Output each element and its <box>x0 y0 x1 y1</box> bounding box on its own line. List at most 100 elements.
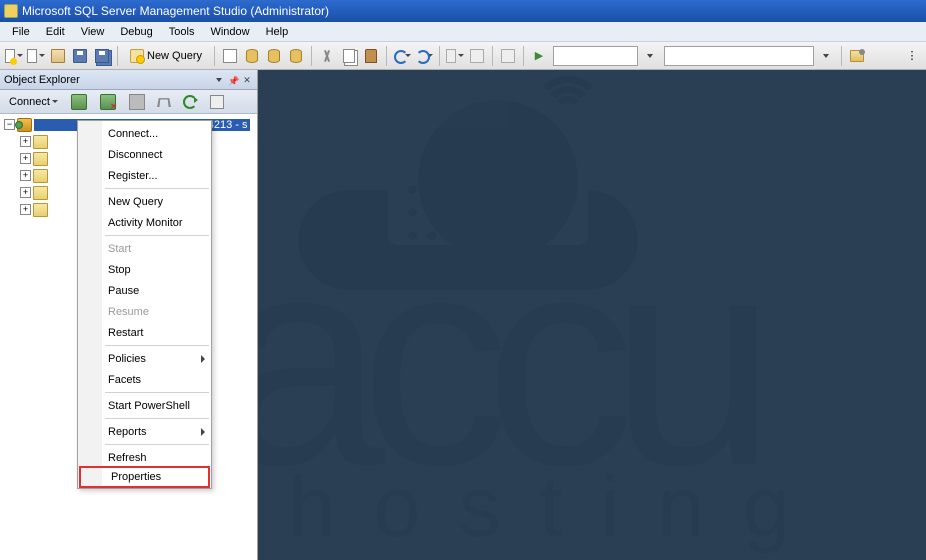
menu-window[interactable]: Window <box>202 24 257 40</box>
menu-help[interactable]: Help <box>258 24 297 40</box>
ctx-properties[interactable]: Properties <box>79 466 210 488</box>
filter-icon <box>157 98 171 107</box>
folder-icon <box>33 169 48 183</box>
ctx-separator <box>105 345 209 346</box>
server-disconnect-icon <box>100 94 116 110</box>
ctx-stop[interactable]: Stop <box>78 259 211 280</box>
server-context-menu: Connect... Disconnect Register... New Qu… <box>77 120 212 489</box>
ctx-reports[interactable]: Reports <box>78 421 211 442</box>
ctx-refresh[interactable]: Refresh <box>78 447 211 468</box>
object-explorer-toolbar: Connect <box>0 90 257 114</box>
ctx-connect[interactable]: Connect... <box>78 123 211 144</box>
expand-icon[interactable]: + <box>20 187 31 198</box>
expand-icon[interactable]: + <box>20 136 31 147</box>
main-toolbar: New Query ▶ ⋮ <box>0 42 926 70</box>
server-icon <box>17 118 32 132</box>
nav-back-button[interactable] <box>445 46 465 66</box>
watermark-text-2: hosting <box>288 465 828 550</box>
connect-button[interactable]: Connect <box>4 94 63 110</box>
toolbar-sep <box>117 46 118 66</box>
ctx-restart[interactable]: Restart <box>78 322 211 343</box>
menu-view[interactable]: View <box>73 24 113 40</box>
refresh-button[interactable] <box>178 93 202 111</box>
copy-button[interactable] <box>339 46 359 66</box>
paste-button[interactable] <box>361 46 381 66</box>
dmx-query-button[interactable] <box>264 46 284 66</box>
open-server-button[interactable] <box>847 46 867 66</box>
combo-drop-1[interactable] <box>640 46 660 66</box>
ctx-separator <box>105 418 209 419</box>
save-button[interactable] <box>70 46 90 66</box>
ctx-facets[interactable]: Facets <box>78 369 211 390</box>
new-query-icon <box>130 49 144 63</box>
menu-edit[interactable]: Edit <box>38 24 73 40</box>
pin-icon <box>228 75 238 85</box>
cut-button[interactable] <box>317 46 337 66</box>
toolbar-sep <box>386 46 387 66</box>
database-combo[interactable] <box>553 46 638 66</box>
ctx-register[interactable]: Register... <box>78 165 211 186</box>
chevron-down-icon <box>647 54 653 58</box>
object-explorer-title: Object Explorer <box>4 74 80 86</box>
stop-icon <box>129 94 145 110</box>
chevron-down-icon <box>52 100 58 103</box>
combo-drop-2[interactable] <box>816 46 836 66</box>
menu-tools[interactable]: Tools <box>161 24 203 40</box>
nav-fwd-button[interactable] <box>467 46 487 66</box>
toolbar-sep <box>523 46 524 66</box>
ctx-disconnect[interactable]: Disconnect <box>78 144 211 165</box>
app-icon <box>4 4 18 18</box>
ctx-pause[interactable]: Pause <box>78 280 211 301</box>
stop-button[interactable] <box>124 92 150 112</box>
debug-target-combo[interactable] <box>664 46 814 66</box>
expand-icon[interactable]: + <box>20 204 31 215</box>
toolbar-sep <box>841 46 842 66</box>
folder-icon <box>33 135 48 149</box>
pane-pin-button[interactable] <box>227 74 239 86</box>
filter-button[interactable] <box>153 95 175 109</box>
save-all-button[interactable] <box>92 46 112 66</box>
collapse-icon[interactable]: − <box>4 119 15 130</box>
xmla-query-button[interactable] <box>286 46 306 66</box>
toolbar-sep <box>214 46 215 66</box>
toolbar-sep <box>439 46 440 66</box>
connect-server-button[interactable] <box>66 92 92 112</box>
document-area: accu hosting <box>258 70 926 560</box>
ctx-start-powershell[interactable]: Start PowerShell <box>78 395 211 416</box>
activity-button[interactable] <box>498 46 518 66</box>
server-connect-icon <box>71 94 87 110</box>
ctx-separator <box>105 235 209 236</box>
pane-close-button[interactable] <box>241 74 253 86</box>
expand-icon[interactable]: + <box>20 153 31 164</box>
object-explorer-header: Object Explorer <box>0 70 257 90</box>
ctx-activity-monitor[interactable]: Activity Monitor <box>78 212 211 233</box>
new-project-button[interactable] <box>4 46 24 66</box>
open-file-button[interactable] <box>48 46 68 66</box>
ctx-separator <box>105 188 209 189</box>
pane-options-button[interactable] <box>213 74 225 86</box>
redo-button[interactable] <box>414 46 434 66</box>
background-watermark: accu hosting <box>258 70 926 560</box>
expand-icon[interactable]: + <box>20 170 31 181</box>
menu-debug[interactable]: Debug <box>112 24 160 40</box>
folder-icon <box>33 152 48 166</box>
menu-file[interactable]: File <box>4 24 38 40</box>
new-query-button[interactable]: New Query <box>123 45 209 67</box>
ctx-new-query[interactable]: New Query <box>78 191 211 212</box>
folder-icon <box>33 203 48 217</box>
disconnect-server-button[interactable] <box>95 92 121 112</box>
de-query-button[interactable] <box>220 46 240 66</box>
toolbar-overflow-button[interactable]: ⋮ <box>902 46 922 66</box>
menu-bar: File Edit View Debug Tools Window Help <box>0 22 926 42</box>
properties-icon <box>210 95 224 109</box>
ctx-resume: Resume <box>78 301 211 322</box>
execute-button[interactable]: ▶ <box>529 46 549 66</box>
toolbar-sep <box>311 46 312 66</box>
title-bar: Microsoft SQL Server Management Studio (… <box>0 0 926 22</box>
props-button[interactable] <box>205 93 229 111</box>
mdx-query-button[interactable] <box>242 46 262 66</box>
ctx-policies[interactable]: Policies <box>78 348 211 369</box>
connect-label: Connect <box>9 96 50 108</box>
add-item-button[interactable] <box>26 46 46 66</box>
undo-button[interactable] <box>392 46 412 66</box>
